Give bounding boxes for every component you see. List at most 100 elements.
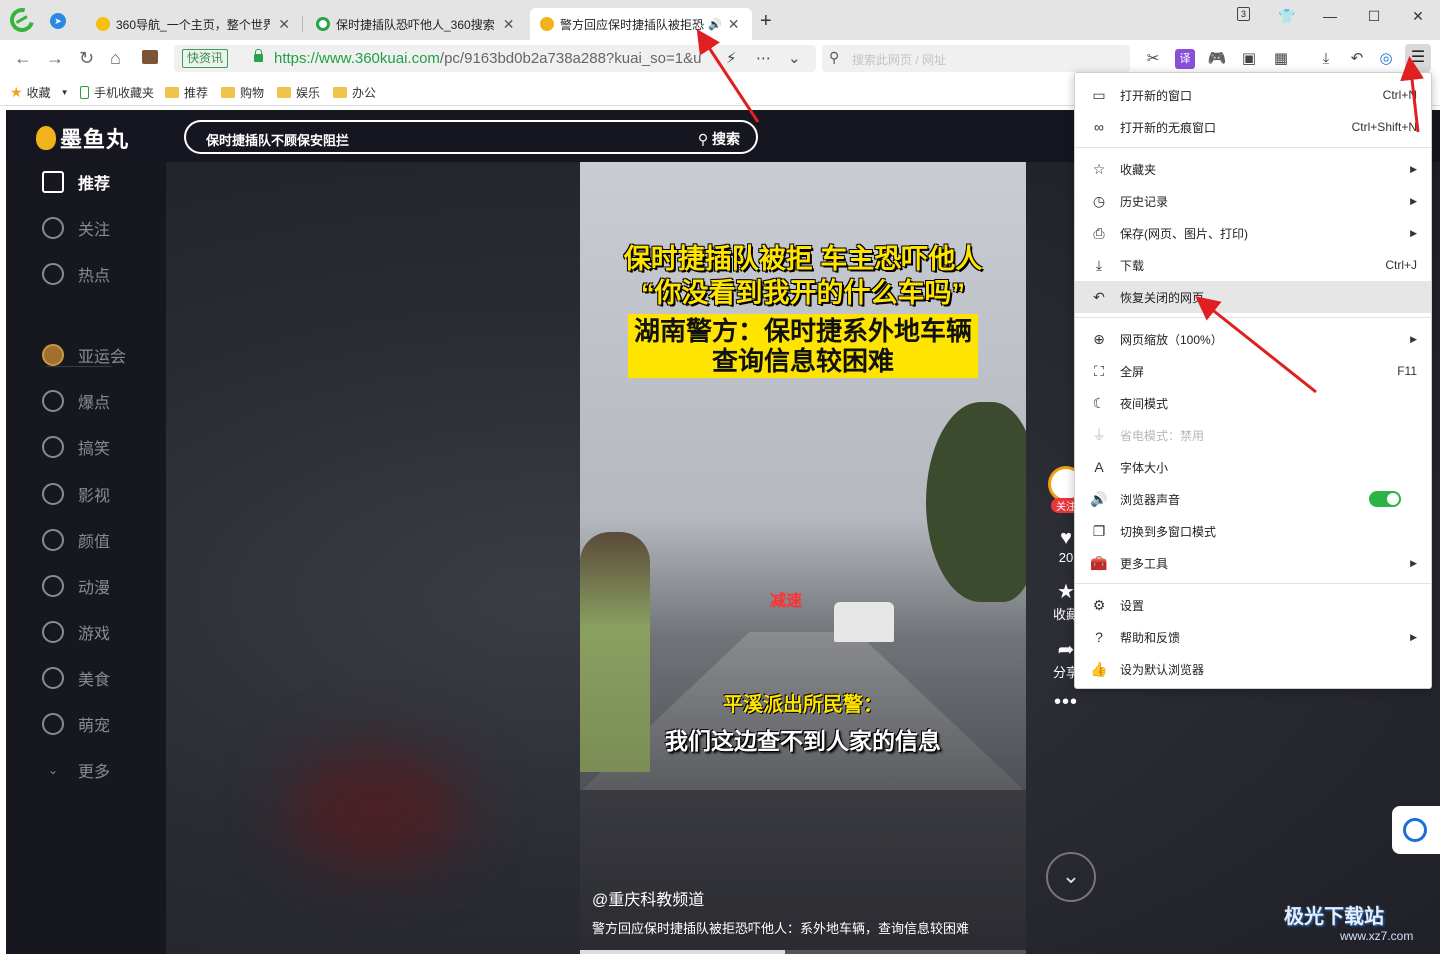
reader-icon[interactable]: ▣: [1239, 49, 1259, 69]
tab-360-nav[interactable]: 360导航_一个主页，整个世界 ✕: [86, 8, 300, 40]
download-icon[interactable]: ⤓: [1316, 49, 1336, 69]
bookmark-folder-shopping[interactable]: 购物: [221, 84, 264, 101]
nav-item-film[interactable]: 影视: [42, 482, 110, 506]
caption-line-2: “你没看到我开的什么车吗”: [641, 278, 965, 308]
more-dots-icon[interactable]: •••: [1046, 691, 1086, 714]
send-icon[interactable]: ➤: [50, 13, 66, 29]
bookmark-favorites[interactable]: ★ 收藏 ▼: [10, 84, 69, 101]
video-author[interactable]: @重庆科教频道: [592, 886, 704, 910]
menu-shortcut: Ctrl+Shift+N: [1351, 120, 1417, 134]
search-box[interactable]: ⚲ 搜索此网页 / 网址: [822, 45, 1130, 72]
nav-item-anime[interactable]: 动漫: [42, 574, 110, 598]
video-progress-bar[interactable]: [580, 950, 1026, 954]
tab-close-icon[interactable]: ✕: [503, 16, 515, 33]
scissors-icon[interactable]: ✂: [1143, 49, 1163, 69]
video-tree: [926, 402, 1026, 602]
nav-item-more[interactable]: ⌄ 更多: [42, 758, 110, 782]
new-tab-button[interactable]: +: [760, 10, 772, 33]
minimize-button[interactable]: —: [1317, 6, 1343, 26]
menu-item-history[interactable]: ◷ 历史记录 ▶: [1075, 185, 1431, 217]
eye-icon: [42, 390, 64, 412]
reload-button[interactable]: ↻: [79, 48, 94, 69]
menu-item-more-tools[interactable]: 🧰 更多工具 ▶: [1075, 547, 1431, 579]
nav-item-funny[interactable]: 搞笑: [42, 435, 110, 459]
menu-item-save[interactable]: ⎙ 保存(网页、图片、打印) ▶: [1075, 217, 1431, 249]
site-search-input[interactable]: 保时捷插队不顾保安阻拦 ⚲ 搜索: [184, 120, 758, 154]
menu-item-night-mode[interactable]: ☾ 夜间模式: [1075, 387, 1431, 419]
bookmark-folder-entertainment[interactable]: 娱乐: [277, 84, 320, 101]
menu-item-default-browser[interactable]: 👍 设为默认浏览器: [1075, 653, 1431, 685]
nav-item-food[interactable]: 美食: [42, 666, 110, 690]
tab-close-icon[interactable]: ✕: [278, 16, 290, 33]
forward-button[interactable]: →: [46, 48, 64, 69]
nav-item-follow[interactable]: 关注: [42, 216, 110, 240]
browser-logo-icon[interactable]: [5, 3, 39, 37]
maximize-button[interactable]: ☐: [1361, 6, 1387, 26]
menu-item-new-window[interactable]: ▭ 打开新的窗口 Ctrl+N: [1075, 79, 1431, 111]
tab-count-icon[interactable]: 3: [1237, 7, 1250, 21]
menu-separator: [1075, 583, 1431, 584]
chevron-down-icon[interactable]: ⌄: [788, 49, 801, 67]
bookmark-mobile[interactable]: 手机收藏夹: [80, 84, 154, 101]
url-text[interactable]: https://www.360kuai.com/pc/9163bd0b2a738…: [274, 50, 714, 67]
dropdown-triangle-icon[interactable]: ▼: [61, 88, 69, 97]
gamepad-icon[interactable]: 🎮: [1207, 49, 1227, 69]
menu-item-fullscreen[interactable]: ⛶ 全屏 F11: [1075, 355, 1431, 387]
nav-item-games[interactable]: 游戏: [42, 620, 110, 644]
cert-badge[interactable]: 快资讯: [182, 49, 229, 68]
nav-item-looks[interactable]: 颜值: [42, 528, 110, 552]
watermark: 极光下载站 www.xz7.com: [1284, 900, 1413, 943]
menu-item-restore-closed[interactable]: ↶ 恢复关闭的网页: [1075, 281, 1431, 313]
lock-icon[interactable]: [254, 49, 263, 62]
nav-label: 关注: [78, 222, 111, 239]
menu-item-font-size[interactable]: A 字体大小: [1075, 451, 1431, 483]
nav-item-asian-games[interactable]: 亚运会: [42, 343, 126, 367]
nav-item-pets[interactable]: 萌宠: [42, 712, 110, 736]
site-logo[interactable]: 墨鱼丸: [36, 122, 129, 154]
toolbox-icon: 🧰: [1090, 554, 1108, 571]
wallet-icon[interactable]: [142, 50, 158, 64]
next-video-button[interactable]: ⌄: [1046, 852, 1096, 902]
play-icon: [42, 483, 64, 505]
lightning-icon[interactable]: ⚡: [726, 49, 737, 67]
nav-item-recommend[interactable]: 推荐: [42, 170, 110, 194]
menu-item-help[interactable]: ? 帮助和反馈 ▶: [1075, 621, 1431, 653]
menu-item-download[interactable]: ⤓ 下载 Ctrl+J: [1075, 249, 1431, 281]
flame-icon: [42, 263, 64, 285]
main-menu-button[interactable]: ☰: [1405, 44, 1431, 72]
close-window-button[interactable]: ✕: [1405, 6, 1431, 26]
site-search-button[interactable]: ⚲ 搜索: [698, 129, 740, 149]
star-icon: ★: [10, 84, 23, 100]
bookmark-folder-office[interactable]: 办公: [333, 84, 376, 101]
back-button[interactable]: ←: [14, 48, 32, 69]
bookmark-folder-recommend[interactable]: 推荐: [165, 84, 208, 101]
floating-assist-button[interactable]: [1392, 806, 1440, 854]
incognito-icon: ∞: [1094, 119, 1104, 135]
nav-item-hot[interactable]: 热点: [42, 262, 110, 286]
video-player[interactable]: 保时捷插队被拒 车主恐吓他人 “你没看到我开的什么车吗” 湖南警方：保时捷系外地…: [580, 162, 1026, 954]
tab-360-search[interactable]: 保时捷插队恐吓他人_360搜索 ✕: [306, 8, 528, 40]
translate-icon[interactable]: 译: [1175, 49, 1195, 69]
menu-label: 打开新的窗口: [1120, 88, 1193, 103]
undo-icon[interactable]: ↶: [1347, 49, 1367, 69]
address-bar[interactable]: 快资讯 https://www.360kuai.com/pc/9163bd0b2…: [174, 45, 816, 72]
menu-item-zoom[interactable]: ⊕ 网页缩放（100%） ▶: [1075, 323, 1431, 355]
more-dots-icon[interactable]: ⋯: [756, 49, 771, 67]
menu-item-settings[interactable]: ⚙ 设置: [1075, 589, 1431, 621]
apps-grid-icon[interactable]: ▦: [1271, 49, 1291, 69]
browser-sync-icon[interactable]: ◎: [1376, 49, 1396, 69]
tab-close-icon[interactable]: ✕: [728, 16, 740, 33]
backdrop-blur-spot: [286, 750, 466, 870]
pet-icon: [42, 713, 64, 735]
menu-item-new-incognito[interactable]: ∞ 打开新的无痕窗口 Ctrl+Shift+N: [1075, 111, 1431, 143]
menu-item-browser-sound[interactable]: 🔊 浏览器声音: [1075, 483, 1431, 515]
shirt-skin-icon[interactable]: 👕: [1274, 6, 1300, 26]
menu-item-favorites[interactable]: ☆ 收藏夹 ▶: [1075, 153, 1431, 185]
sound-toggle[interactable]: [1369, 491, 1401, 507]
submenu-arrow-icon: ▶: [1410, 227, 1417, 238]
nav-item-highlights[interactable]: 爆点: [42, 389, 110, 413]
home-button[interactable]: ⌂: [110, 48, 121, 69]
tab-news-active[interactable]: 警方回应保时捷插队被拒恐 🔊 ✕: [530, 8, 752, 40]
tab-audio-icon[interactable]: 🔊: [708, 18, 722, 31]
menu-item-multi-window[interactable]: ❐ 切换到多窗口模式: [1075, 515, 1431, 547]
